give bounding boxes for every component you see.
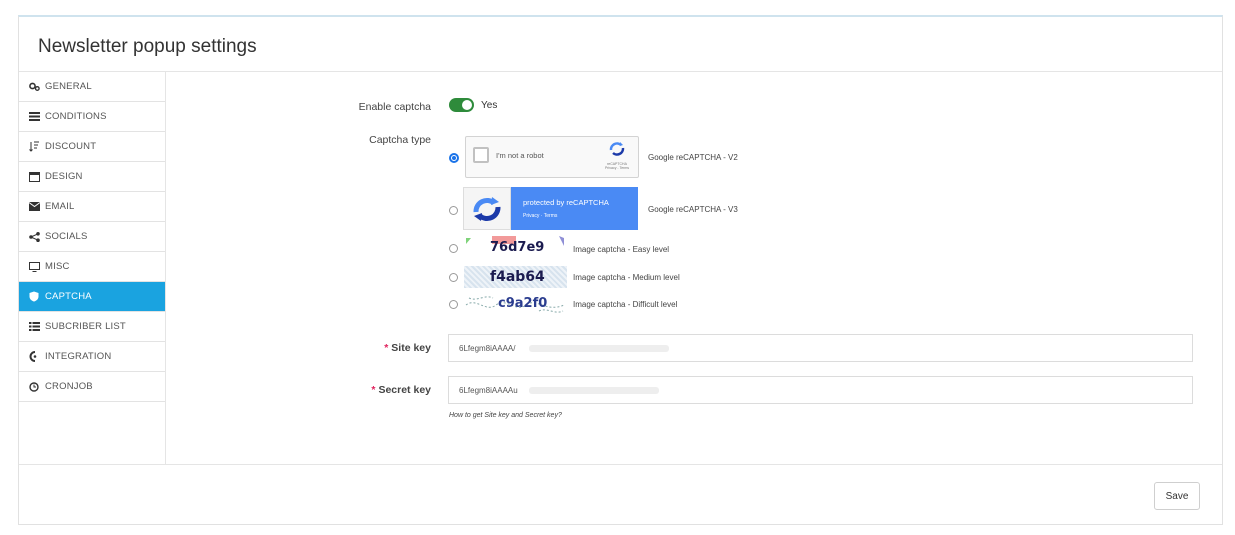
captcha-type-radio-image-difficult[interactable] xyxy=(449,300,458,309)
sidebar-item-label: DESIGN xyxy=(45,171,83,182)
recaptcha-checkbox-text: I'm not a robot xyxy=(496,151,544,160)
sidebar-item-label: INTEGRATION xyxy=(45,351,112,362)
sidebar-item-label: MISC xyxy=(45,261,70,272)
sidebar-item-email[interactable]: EMAIL xyxy=(19,192,165,222)
required-mark: * xyxy=(371,384,376,396)
image-captcha-easy-preview: 76d7e9 xyxy=(464,236,567,258)
share-icon xyxy=(28,231,40,243)
save-button[interactable]: Save xyxy=(1154,482,1200,510)
recaptcha-v2-preview: I'm not a robot reCAPTCHA Privacy - Term… xyxy=(465,136,639,178)
required-mark: * xyxy=(384,342,389,354)
gears-icon xyxy=(28,81,40,93)
recaptcha-v3-links: Privacy · Terms xyxy=(523,213,558,219)
enable-captcha-value: Yes xyxy=(481,100,498,111)
captcha-type-radio-recaptcha-v2[interactable] xyxy=(449,153,459,163)
captcha-option-label: Google reCAPTCHA - V2 xyxy=(648,153,738,162)
sidebar-item-label: DISCOUNT xyxy=(45,141,97,152)
sidebar-item-label: GENERAL xyxy=(45,81,92,92)
sidebar-item-design[interactable]: DESIGN xyxy=(19,162,165,192)
captcha-type-radio-recaptcha-v3[interactable] xyxy=(449,206,458,215)
site-key-label: * Site key xyxy=(319,342,431,354)
image-captcha-medium-preview: f4ab64 xyxy=(464,266,567,288)
sidebar-item-integration[interactable]: INTEGRATION xyxy=(19,342,165,372)
monitor-icon xyxy=(28,261,40,273)
shield-icon xyxy=(28,291,40,303)
list-icon xyxy=(28,111,40,123)
enable-captcha-toggle[interactable] xyxy=(449,98,474,112)
redacted-overlay xyxy=(529,345,669,352)
sidebar-item-general[interactable]: GENERAL xyxy=(19,72,165,102)
sidebar-item-misc[interactable]: MISC xyxy=(19,252,165,282)
sidebar-item-cronjob[interactable]: CRONJOB xyxy=(19,372,165,402)
settings-panel: Newsletter popup settings GENERAL CONDIT… xyxy=(18,15,1223,525)
recaptcha-links: Privacy - Terms xyxy=(604,166,630,170)
settings-sidebar: GENERAL CONDITIONS DISCOUNT DESIGN EMAIL xyxy=(19,72,166,464)
recaptcha-arrows-icon xyxy=(609,142,625,156)
integration-icon xyxy=(28,351,40,363)
image-captcha-difficult-preview: c9a2f0 xyxy=(464,293,567,315)
window-icon xyxy=(28,171,40,183)
sidebar-item-conditions[interactable]: CONDITIONS xyxy=(19,102,165,132)
captcha-option-label: Image captcha - Medium level xyxy=(573,273,680,282)
enable-captcha-label: Enable captcha xyxy=(358,101,431,113)
recaptcha-v3-badge: protected by reCAPTCHA Privacy · Terms xyxy=(511,187,638,230)
site-key-label-text: Site key xyxy=(391,342,431,354)
sidebar-item-label: CRONJOB xyxy=(45,381,93,392)
table-list-icon xyxy=(28,321,40,333)
keys-help-link[interactable]: How to get Site key and Secret key? xyxy=(449,412,562,419)
sidebar-item-discount[interactable]: DISCOUNT xyxy=(19,132,165,162)
secret-key-label-text: Secret key xyxy=(378,384,431,396)
sidebar-item-label: SUBCRIBER LIST xyxy=(45,321,126,332)
header-divider xyxy=(19,71,1222,72)
captcha-type-radio-image-easy[interactable] xyxy=(449,244,458,253)
image-captcha-medium-text: f4ab64 xyxy=(490,269,545,285)
captcha-type-label: Captcha type xyxy=(369,134,431,146)
envelope-icon xyxy=(28,201,40,213)
recaptcha-v3-preview: protected by reCAPTCHA Privacy · Terms xyxy=(463,187,638,230)
image-captcha-easy-text: 76d7e9 xyxy=(490,240,545,255)
page-title: Newsletter popup settings xyxy=(38,36,257,57)
sidebar-item-label: CONDITIONS xyxy=(45,111,107,122)
captcha-type-radio-image-medium[interactable] xyxy=(449,273,458,282)
recaptcha-checkbox xyxy=(473,147,489,163)
recaptcha-logo: reCAPTCHA Privacy - Terms xyxy=(604,141,630,170)
footer-divider xyxy=(19,464,1222,465)
captcha-option-label: Image captcha - Difficult level xyxy=(573,300,678,309)
recaptcha-v3-protected-text: protected by reCAPTCHA xyxy=(523,198,609,207)
sidebar-item-label: EMAIL xyxy=(45,201,75,212)
clock-icon xyxy=(28,381,40,393)
sort-icon xyxy=(28,141,40,153)
captcha-option-label: Google reCAPTCHA - V3 xyxy=(648,205,738,214)
secret-key-label: * Secret key xyxy=(319,384,431,396)
sidebar-item-subcriber-list[interactable]: SUBCRIBER LIST xyxy=(19,312,165,342)
recaptcha-v3-logo xyxy=(463,187,511,230)
redacted-overlay xyxy=(529,387,659,394)
sidebar-item-label: CAPTCHA xyxy=(45,291,92,302)
sidebar-item-captcha[interactable]: CAPTCHA xyxy=(19,282,165,312)
recaptcha-arrows-icon xyxy=(473,197,501,222)
captcha-option-label: Image captcha - Easy level xyxy=(573,245,670,254)
sidebar-item-socials[interactable]: SOCIALS xyxy=(19,222,165,252)
sidebar-item-label: SOCIALS xyxy=(45,231,88,242)
image-captcha-difficult-text: c9a2f0 xyxy=(498,296,548,311)
